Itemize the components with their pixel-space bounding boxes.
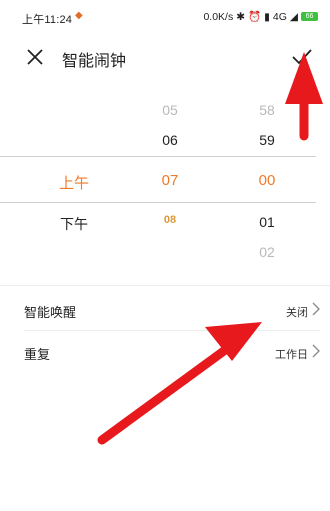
ampm-option[interactable]: 下午 (44, 214, 104, 234)
minute-option[interactable]: 00 (237, 172, 297, 189)
repeat-label: 重复 (24, 347, 51, 362)
chevron-right-icon (312, 344, 320, 358)
ampm-option[interactable]: 上午 (44, 172, 104, 193)
network-type: 4G (272, 10, 287, 23)
row-divider (24, 330, 320, 331)
time-picker: 上午 下午 05 06 07 08 58 59 00 01 02 (0, 92, 330, 272)
page-title: 智能闹钟 (62, 53, 127, 70)
signal-bars-icon: ◢ (289, 10, 298, 23)
minute-option[interactable]: 02 (237, 244, 297, 260)
status-time: 上午11:24 (22, 14, 73, 26)
smart-wakeup-value: 关闭 (286, 307, 308, 319)
close-icon[interactable] (24, 46, 46, 68)
check-icon[interactable] (290, 46, 314, 68)
hour-option[interactable]: 07 (140, 172, 200, 189)
status-bar: 上午11:24 ◆ 0.0K/s ✱ ⏰ ▮ 4G ◢ 66 (0, 0, 330, 34)
alarm-edit-screen: 上午11:24 ◆ 0.0K/s ✱ ⏰ ▮ 4G ◢ 66 智能闹钟 上午 下… (0, 0, 330, 511)
chevron-right-icon (312, 302, 320, 316)
status-indicators: 0.0K/s ✱ ⏰ ▮ 4G ◢ 66 (203, 10, 318, 23)
minute-option[interactable]: 01 (237, 214, 297, 230)
smart-wakeup-row[interactable]: 智能唤醒 关闭 (24, 290, 320, 330)
minute-option[interactable]: 59 (237, 132, 297, 148)
hour-option[interactable]: 06 (140, 132, 200, 148)
repeat-row[interactable]: 重复 工作日 (24, 332, 320, 372)
battery-icon: 66 (301, 12, 318, 21)
section-divider (0, 285, 330, 286)
signal-icon: ▮ (264, 10, 270, 23)
minute-option[interactable]: 58 (237, 102, 297, 118)
picker-selection-top-line (0, 156, 316, 157)
bluetooth-icon: ✱ (236, 10, 246, 23)
repeat-value: 工作日 (275, 349, 308, 361)
alarm-clock-icon: ⏰ (248, 11, 262, 23)
notification-diamond-icon: ◆ (75, 10, 83, 21)
title-bar: 智能闹钟 (0, 40, 330, 76)
net-speed: 0.0K/s (203, 10, 234, 23)
picker-selection-bottom-line (0, 202, 316, 203)
hour-option[interactable]: 08 (140, 214, 200, 226)
hour-option[interactable]: 05 (140, 102, 200, 118)
smart-wakeup-label: 智能唤醒 (24, 305, 77, 320)
